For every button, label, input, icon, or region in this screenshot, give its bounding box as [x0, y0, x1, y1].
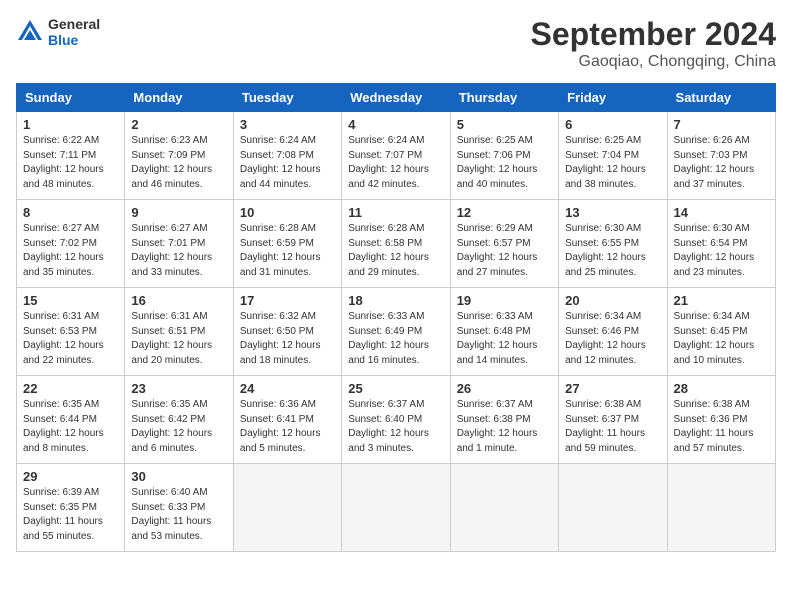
calendar-week-3: 15Sunrise: 6:31 AMSunset: 6:53 PMDayligh… — [17, 288, 776, 376]
logo-text: General Blue — [48, 16, 100, 48]
calendar-cell-17: 17Sunrise: 6:32 AMSunset: 6:50 PMDayligh… — [233, 288, 341, 376]
logo: General Blue — [16, 16, 100, 48]
calendar-cell-21: 21Sunrise: 6:34 AMSunset: 6:45 PMDayligh… — [667, 288, 775, 376]
calendar-cell-4: 4Sunrise: 6:24 AMSunset: 7:07 PMDaylight… — [342, 112, 450, 200]
calendar-cell-28: 28Sunrise: 6:38 AMSunset: 6:36 PMDayligh… — [667, 376, 775, 464]
calendar-cell-10: 10Sunrise: 6:28 AMSunset: 6:59 PMDayligh… — [233, 200, 341, 288]
calendar-cell-24: 24Sunrise: 6:36 AMSunset: 6:41 PMDayligh… — [233, 376, 341, 464]
calendar-week-4: 22Sunrise: 6:35 AMSunset: 6:44 PMDayligh… — [17, 376, 776, 464]
calendar-cell-18: 18Sunrise: 6:33 AMSunset: 6:49 PMDayligh… — [342, 288, 450, 376]
calendar-cell-23: 23Sunrise: 6:35 AMSunset: 6:42 PMDayligh… — [125, 376, 233, 464]
calendar-cell-8: 8Sunrise: 6:27 AMSunset: 7:02 PMDaylight… — [17, 200, 125, 288]
calendar-cell-20: 20Sunrise: 6:34 AMSunset: 6:46 PMDayligh… — [559, 288, 667, 376]
calendar-cell-2: 2Sunrise: 6:23 AMSunset: 7:09 PMDaylight… — [125, 112, 233, 200]
calendar-table: SundayMondayTuesdayWednesdayThursdayFrid… — [16, 83, 776, 552]
location: Gaoqiao, Chongqing, China — [531, 53, 776, 71]
calendar-cell-7: 7Sunrise: 6:26 AMSunset: 7:03 PMDaylight… — [667, 112, 775, 200]
logo-icon — [16, 18, 44, 46]
calendar-cell-27: 27Sunrise: 6:38 AMSunset: 6:37 PMDayligh… — [559, 376, 667, 464]
weekday-header-thursday: Thursday — [450, 84, 558, 112]
weekday-header-row: SundayMondayTuesdayWednesdayThursdayFrid… — [17, 84, 776, 112]
calendar-cell-empty — [233, 464, 341, 552]
logo-general: General — [48, 16, 100, 32]
calendar-cell-14: 14Sunrise: 6:30 AMSunset: 6:54 PMDayligh… — [667, 200, 775, 288]
calendar-cell-22: 22Sunrise: 6:35 AMSunset: 6:44 PMDayligh… — [17, 376, 125, 464]
calendar-cell-5: 5Sunrise: 6:25 AMSunset: 7:06 PMDaylight… — [450, 112, 558, 200]
calendar-cell-empty — [667, 464, 775, 552]
calendar-cell-29: 29Sunrise: 6:39 AMSunset: 6:35 PMDayligh… — [17, 464, 125, 552]
weekday-header-friday: Friday — [559, 84, 667, 112]
calendar-cell-25: 25Sunrise: 6:37 AMSunset: 6:40 PMDayligh… — [342, 376, 450, 464]
calendar-cell-3: 3Sunrise: 6:24 AMSunset: 7:08 PMDaylight… — [233, 112, 341, 200]
calendar-cell-19: 19Sunrise: 6:33 AMSunset: 6:48 PMDayligh… — [450, 288, 558, 376]
calendar-cell-9: 9Sunrise: 6:27 AMSunset: 7:01 PMDaylight… — [125, 200, 233, 288]
calendar-cell-1: 1Sunrise: 6:22 AMSunset: 7:11 PMDaylight… — [17, 112, 125, 200]
title-block: September 2024 Gaoqiao, Chongqing, China — [531, 16, 776, 71]
calendar-week-1: 1Sunrise: 6:22 AMSunset: 7:11 PMDaylight… — [17, 112, 776, 200]
calendar-cell-11: 11Sunrise: 6:28 AMSunset: 6:58 PMDayligh… — [342, 200, 450, 288]
weekday-header-sunday: Sunday — [17, 84, 125, 112]
calendar-cell-empty — [559, 464, 667, 552]
weekday-header-saturday: Saturday — [667, 84, 775, 112]
calendar-cell-13: 13Sunrise: 6:30 AMSunset: 6:55 PMDayligh… — [559, 200, 667, 288]
weekday-header-monday: Monday — [125, 84, 233, 112]
calendar-cell-12: 12Sunrise: 6:29 AMSunset: 6:57 PMDayligh… — [450, 200, 558, 288]
weekday-header-tuesday: Tuesday — [233, 84, 341, 112]
calendar-cell-15: 15Sunrise: 6:31 AMSunset: 6:53 PMDayligh… — [17, 288, 125, 376]
calendar-cell-16: 16Sunrise: 6:31 AMSunset: 6:51 PMDayligh… — [125, 288, 233, 376]
calendar-cell-empty — [342, 464, 450, 552]
logo-blue: Blue — [48, 32, 100, 48]
page-header: General Blue September 2024 Gaoqiao, Cho… — [16, 16, 776, 71]
month-title: September 2024 — [531, 16, 776, 53]
weekday-header-wednesday: Wednesday — [342, 84, 450, 112]
calendar-cell-6: 6Sunrise: 6:25 AMSunset: 7:04 PMDaylight… — [559, 112, 667, 200]
calendar-week-2: 8Sunrise: 6:27 AMSunset: 7:02 PMDaylight… — [17, 200, 776, 288]
calendar-cell-empty — [450, 464, 558, 552]
calendar-week-5: 29Sunrise: 6:39 AMSunset: 6:35 PMDayligh… — [17, 464, 776, 552]
calendar-cell-26: 26Sunrise: 6:37 AMSunset: 6:38 PMDayligh… — [450, 376, 558, 464]
calendar-cell-30: 30Sunrise: 6:40 AMSunset: 6:33 PMDayligh… — [125, 464, 233, 552]
